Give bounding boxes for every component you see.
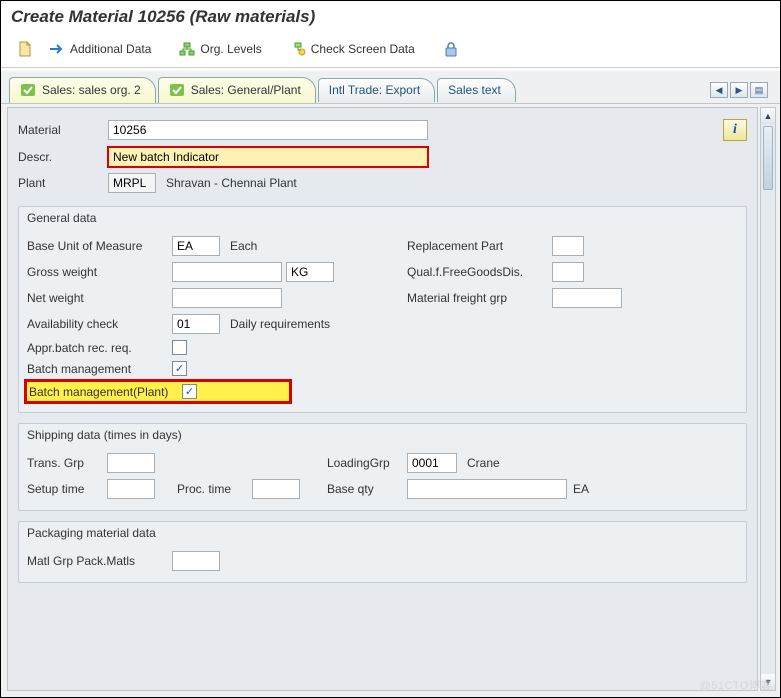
buom-text: Each: [220, 239, 257, 253]
trans-grp-field[interactable]: [107, 453, 155, 473]
descr-row: Descr.: [18, 144, 747, 170]
lock-button[interactable]: [437, 39, 465, 59]
check-screen-icon: [290, 41, 306, 57]
batch-management-plant-row: Batch management(Plant): [27, 382, 289, 401]
packaging-data-title: Packaging material data: [19, 522, 746, 546]
material-label: Material: [18, 123, 108, 137]
plant-text: Shravan - Chennai Plant: [156, 176, 297, 190]
tab-check-icon: [169, 82, 185, 98]
qual-freegoods-field[interactable]: [552, 262, 584, 282]
tab-scroll-left-button[interactable]: ◀: [710, 82, 728, 98]
material-freight-label: Material freight grp: [407, 291, 552, 305]
scroll-down-button[interactable]: ▼: [761, 674, 775, 690]
toolbar: Additional Data Org. Levels Check Screen…: [1, 35, 780, 68]
tab-list-button[interactable]: ▤: [750, 82, 768, 98]
base-qty-unit: EA: [567, 482, 589, 496]
plant-field[interactable]: [108, 173, 156, 193]
additional-data-button[interactable]: Additional Data: [43, 39, 157, 59]
content-area: Sales: sales org. 2 Sales: General/Plant…: [1, 71, 780, 697]
material-row: Material i: [18, 116, 747, 144]
tab-page: Material i Descr. Plant Shravan - Chenna…: [7, 107, 758, 691]
document-icon: [17, 41, 33, 57]
appr-batch-label: Appr.batch rec. req.: [27, 341, 172, 355]
trans-grp-label: Trans. Grp: [27, 456, 107, 470]
lock-icon: [443, 41, 459, 57]
info-button[interactable]: i: [723, 119, 747, 141]
availability-check-field[interactable]: [172, 314, 220, 334]
setup-time-field[interactable]: [107, 479, 155, 499]
loading-grp-label: LoadingGrp: [327, 456, 407, 470]
org-levels-button[interactable]: Org. Levels: [173, 39, 267, 59]
availability-check-text: Daily requirements: [220, 317, 330, 331]
check-screen-button[interactable]: Check Screen Data: [284, 39, 421, 59]
tab-sales-org-2[interactable]: Sales: sales org. 2: [9, 77, 156, 103]
proc-time-label: Proc. time: [177, 482, 252, 496]
batch-management-checkbox[interactable]: [172, 361, 187, 376]
general-data-title: General data: [19, 207, 746, 231]
page-title: Create Material 10256 (Raw materials): [1, 1, 780, 35]
scroll-up-button[interactable]: ▲: [761, 108, 775, 124]
description-field[interactable]: [108, 147, 428, 167]
shipping-data-group: Shipping data (times in days) Trans. Grp…: [18, 423, 747, 511]
matl-grp-pack-field[interactable]: [172, 551, 220, 571]
scroll-thumb[interactable]: [763, 126, 773, 190]
org-levels-label: Org. Levels: [200, 42, 261, 56]
toolbar-doc-button[interactable]: [11, 39, 39, 59]
replacement-part-field[interactable]: [552, 236, 584, 256]
availability-check-label: Availability check: [27, 317, 172, 331]
tab-strip: Sales: sales org. 2 Sales: General/Plant…: [1, 71, 780, 104]
net-weight-field[interactable]: [172, 288, 282, 308]
tab-intl-trade-export[interactable]: Intl Trade: Export: [318, 78, 435, 102]
gross-weight-field[interactable]: [172, 262, 282, 282]
proc-time-field[interactable]: [252, 479, 300, 499]
matl-grp-pack-label: Matl Grp Pack.Matls: [27, 554, 172, 568]
buom-label: Base Unit of Measure: [27, 239, 172, 253]
material-freight-field[interactable]: [552, 288, 622, 308]
loading-grp-field[interactable]: [407, 453, 457, 473]
base-qty-field[interactable]: [407, 479, 567, 499]
vertical-scrollbar[interactable]: ▲ ▼: [760, 107, 776, 691]
general-data-group: General data Base Unit of Measure Each R…: [18, 206, 747, 413]
tab-navigation: ◀ ▶ ▤: [710, 82, 772, 98]
gross-weight-label: Gross weight: [27, 265, 172, 279]
plant-row: Plant Shravan - Chennai Plant: [18, 170, 747, 196]
check-screen-label: Check Screen Data: [311, 42, 415, 56]
batch-management-plant-label: Batch management(Plant): [27, 385, 182, 399]
arrow-right-icon: [49, 41, 65, 57]
batch-management-label: Batch management: [27, 362, 172, 376]
base-qty-label: Base qty: [327, 482, 407, 496]
tab-label: Sales text: [448, 83, 501, 97]
qual-freegoods-label: Qual.f.FreeGoodsDis.: [407, 265, 552, 279]
descr-label: Descr.: [18, 150, 108, 164]
material-field[interactable]: [108, 120, 428, 140]
tab-sales-general-plant[interactable]: Sales: General/Plant: [158, 77, 316, 103]
tab-check-icon: [20, 82, 36, 98]
appr-batch-checkbox[interactable]: [172, 340, 187, 355]
additional-data-label: Additional Data: [70, 42, 151, 56]
loading-grp-text: Crane: [457, 456, 500, 470]
gross-weight-unit-field[interactable]: [286, 262, 334, 282]
tab-label: Intl Trade: Export: [329, 83, 420, 97]
net-weight-label: Net weight: [27, 291, 172, 305]
replacement-part-label: Replacement Part: [407, 239, 552, 253]
org-levels-icon: [179, 41, 195, 57]
tab-sales-text[interactable]: Sales text: [437, 78, 516, 102]
tab-label: Sales: General/Plant: [191, 83, 301, 97]
setup-time-label: Setup time: [27, 482, 107, 496]
batch-management-plant-checkbox[interactable]: [182, 384, 197, 399]
plant-label: Plant: [18, 176, 108, 190]
shipping-data-title: Shipping data (times in days): [19, 424, 746, 448]
buom-field[interactable]: [172, 236, 220, 256]
tab-label: Sales: sales org. 2: [42, 83, 141, 97]
packaging-data-group: Packaging material data Matl Grp Pack.Ma…: [18, 521, 747, 583]
tab-scroll-right-button[interactable]: ▶: [730, 82, 748, 98]
